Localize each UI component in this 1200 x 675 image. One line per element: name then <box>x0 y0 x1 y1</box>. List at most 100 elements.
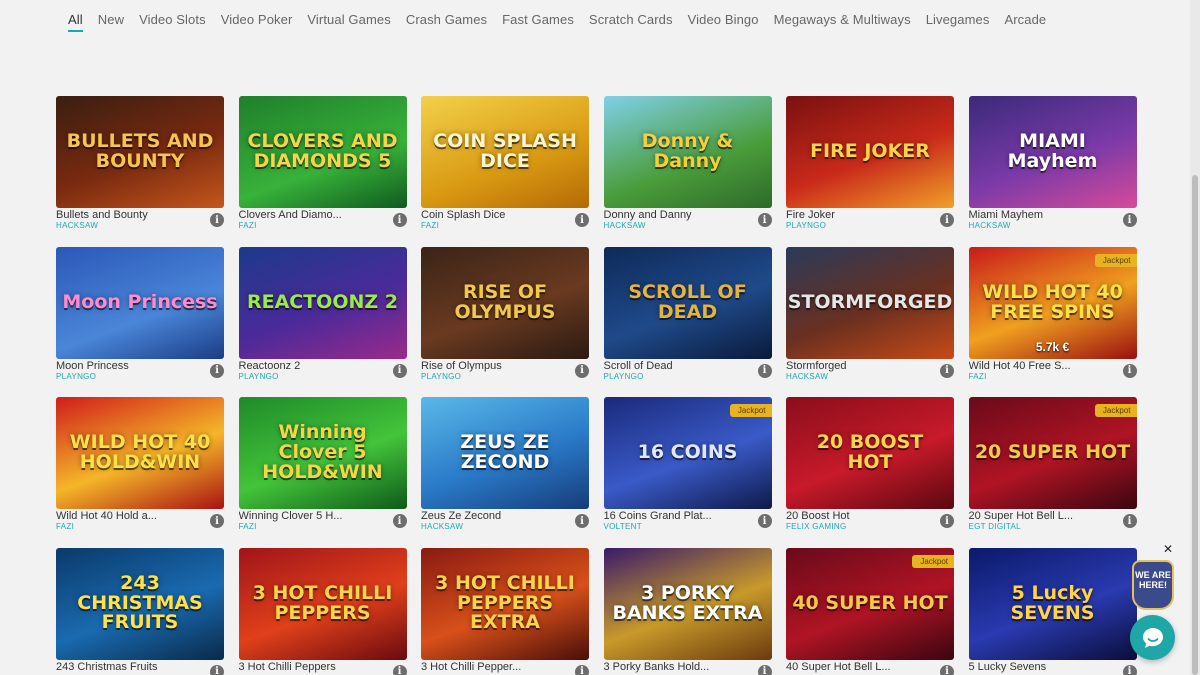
game-card[interactable]: STORMFORGED Stormforged HACKSAW i <box>786 246 954 398</box>
game-thumbnail[interactable]: FIRE JOKER <box>786 96 954 208</box>
tab-video-poker[interactable]: Video Poker <box>221 0 293 32</box>
info-icon[interactable]: i <box>210 363 224 378</box>
scrollbar-thumb[interactable] <box>1192 175 1198 675</box>
info-icon[interactable]: i <box>757 514 772 528</box>
game-thumbnail[interactable]: REACTOONZ 2 <box>238 246 407 359</box>
info-icon[interactable]: i <box>940 363 954 378</box>
info-icon[interactable]: i <box>940 213 954 227</box>
game-card[interactable]: 20 BOOST HOT 20 Boost Hot FELIX GAMING i <box>786 397 954 548</box>
info-icon[interactable]: i <box>392 664 407 675</box>
tab-virtual-games[interactable]: Virtual Games <box>307 0 390 32</box>
game-thumbnail[interactable]: BULLETS AND BOUNTY <box>56 96 224 208</box>
game-thumbnail[interactable]: Donny & Danny <box>603 96 772 208</box>
info-icon[interactable]: i <box>575 213 589 227</box>
game-card[interactable]: FIRE JOKER Fire Joker PLAYNGO i <box>786 96 954 247</box>
game-provider: VOLTENT <box>603 522 642 531</box>
tab-new[interactable]: New <box>98 0 124 32</box>
game-thumbnail[interactable]: 40 SUPER HOT Jackpot <box>786 547 954 660</box>
info-icon[interactable]: i <box>392 363 407 378</box>
game-card[interactable]: RISE OF OLYMPUS Rise of Olympus PLAYNGO i <box>421 246 589 398</box>
info-icon[interactable]: i <box>757 664 772 675</box>
game-thumbnail[interactable]: Moon Princess <box>56 246 224 359</box>
game-thumbnail[interactable]: STORMFORGED <box>786 246 954 359</box>
game-title: 20 Super Hot Bell L... <box>968 510 1074 522</box>
info-icon[interactable]: i <box>940 664 954 675</box>
info-icon[interactable]: i <box>210 514 224 528</box>
game-card[interactable]: WILD HOT 40 FREE SPINS Jackpot 5.7k € Wild … <box>968 246 1137 398</box>
game-provider: HACKSAW <box>786 371 829 381</box>
game-card[interactable]: 40 SUPER HOT Jackpot 40 Super Hot Bell L..… <box>786 547 954 675</box>
game-thumbnail[interactable]: SCROLL OF DEAD <box>603 246 772 359</box>
game-thumbnail[interactable]: 20 SUPER HOT Jackpot <box>968 397 1137 509</box>
game-thumbnail[interactable]: 243 CHRISTMAS FRUITS <box>56 547 224 660</box>
game-thumbnail[interactable]: 3 HOT CHILLI PEPPERS EXTRA <box>421 547 589 660</box>
game-card[interactable]: WILD HOT 40 HOLD&WIN Wild Hot 40 Hold a..… <box>56 397 224 548</box>
page-scrollbar[interactable] <box>1190 0 1200 675</box>
info-icon[interactable]: i <box>392 213 407 227</box>
info-icon[interactable]: i <box>575 363 589 378</box>
info-icon[interactable]: i <box>392 514 407 528</box>
info-icon[interactable]: i <box>1122 514 1137 528</box>
game-card[interactable]: BULLETS AND BOUNTY Bullets and Bounty HACK… <box>56 96 224 247</box>
tab-livegames[interactable]: Livegames <box>926 0 990 32</box>
we-are-here-badge[interactable]: WE ARE HERE! <box>1132 560 1174 610</box>
game-card[interactable]: Moon Princess Moon Princess PLAYNGO i <box>56 246 224 398</box>
game-thumbnail[interactable]: ZEUS ZE ZECOND <box>421 397 589 509</box>
game-card[interactable]: MIAMI Mayhem Miami Mayhem HACKSAW i <box>968 96 1137 247</box>
info-icon[interactable]: i <box>1122 213 1137 227</box>
game-card[interactable]: 5 Lucky SEVENS 5 Lucky Sevens i <box>968 547 1137 675</box>
game-card[interactable]: 243 CHRISTMAS FRUITS 243 Christmas Fruits… <box>56 547 224 675</box>
info-icon[interactable]: i <box>940 514 954 528</box>
tab-video-slots[interactable]: Video Slots <box>139 0 206 32</box>
tab-all[interactable]: All <box>68 0 83 32</box>
game-card[interactable]: 16 COINS Jackpot 16 Coins Grand Plat... VOL… <box>603 397 772 548</box>
info-icon[interactable]: i <box>1122 664 1137 675</box>
tab-video-bingo[interactable]: Video Bingo <box>688 0 759 32</box>
game-logo-art: SCROLL OF DEAD <box>628 280 747 323</box>
tab-arcade[interactable]: Arcade <box>1004 0 1046 32</box>
game-card[interactable]: ZEUS ZE ZECOND Zeus Ze Zecond HACKSAW i <box>421 397 589 548</box>
game-thumbnail[interactable]: MIAMI Mayhem <box>968 96 1137 208</box>
game-thumbnail[interactable]: 20 BOOST HOT <box>786 397 954 509</box>
game-title: Coin Splash Dice <box>421 209 506 221</box>
game-thumbnail[interactable]: 3 PORKY BANKS EXTRA <box>603 547 772 660</box>
tab-scratch-cards[interactable]: Scratch Cards <box>589 0 673 32</box>
game-logo-art: CLOVERS AND DIAMONDS 5 <box>247 130 398 172</box>
info-icon[interactable]: i <box>1122 363 1137 378</box>
game-logo-art: ZEUS ZE ZECOND <box>460 431 550 473</box>
game-provider: EGT DIGITAL <box>968 522 1021 531</box>
game-card[interactable]: 3 HOT CHILLI PEPPERS EXTRA 3 Hot Chilli P… <box>421 547 589 675</box>
game-card[interactable]: COIN SPLASH DICE Coin Splash Dice FAZI i <box>421 96 589 247</box>
tab-megaways-multiways[interactable]: Megaways & Multiways <box>774 0 911 32</box>
game-card[interactable]: Donny & Danny Donny and Danny HACKSAW i <box>603 96 772 247</box>
game-card[interactable]: 3 HOT CHILLI PEPPERS 3 Hot Chilli Peppers… <box>238 547 407 675</box>
tab-crash-games[interactable]: Crash Games <box>406 0 487 32</box>
game-thumbnail[interactable]: CLOVERS AND DIAMONDS 5 <box>238 96 407 208</box>
game-thumbnail[interactable]: RISE OF OLYMPUS <box>421 246 589 359</box>
game-thumbnail[interactable]: WILD HOT 40 FREE SPINS Jackpot 5.7k € <box>968 246 1137 359</box>
game-thumbnail[interactable]: 5 Lucky SEVENS <box>968 547 1137 660</box>
chat-button[interactable] <box>1130 615 1175 660</box>
game-card[interactable]: 20 SUPER HOT Jackpot 20 Super Hot Bell L..… <box>968 397 1137 548</box>
jackpot-badge: Jackpot <box>912 554 954 568</box>
info-icon[interactable]: i <box>210 664 224 675</box>
tab-fast-games[interactable]: Fast Games <box>502 0 574 32</box>
game-logo-art: 243 CHRISTMAS FRUITS <box>77 571 203 634</box>
info-icon[interactable]: i <box>575 664 589 675</box>
game-title: 3 Hot Chilli Peppers <box>238 660 336 673</box>
game-card[interactable]: Winning Clover 5 HOLD&WIN Winning Clover … <box>238 397 407 548</box>
game-card[interactable]: REACTOONZ 2 Reactoonz 2 PLAYNGO i <box>238 246 407 398</box>
game-card[interactable]: 3 PORKY BANKS EXTRA 3 Porky Banks Hold...… <box>603 547 772 675</box>
info-icon[interactable]: i <box>757 363 772 378</box>
info-icon[interactable]: i <box>210 213 224 227</box>
game-card[interactable]: CLOVERS AND DIAMONDS 5 Clovers And Diamo.… <box>238 96 407 247</box>
close-icon[interactable]: ✕ <box>1162 542 1174 556</box>
game-thumbnail[interactable]: 16 COINS Jackpot <box>603 397 772 509</box>
game-card[interactable]: SCROLL OF DEAD Scroll of Dead PLAYNGO i <box>603 246 772 398</box>
info-icon[interactable]: i <box>575 514 589 528</box>
game-thumbnail[interactable]: 3 HOT CHILLI PEPPERS <box>238 547 407 660</box>
game-thumbnail[interactable]: WILD HOT 40 HOLD&WIN <box>56 397 224 509</box>
game-thumbnail[interactable]: COIN SPLASH DICE <box>421 96 589 208</box>
info-icon[interactable]: i <box>757 213 772 227</box>
game-thumbnail[interactable]: Winning Clover 5 HOLD&WIN <box>238 397 407 509</box>
